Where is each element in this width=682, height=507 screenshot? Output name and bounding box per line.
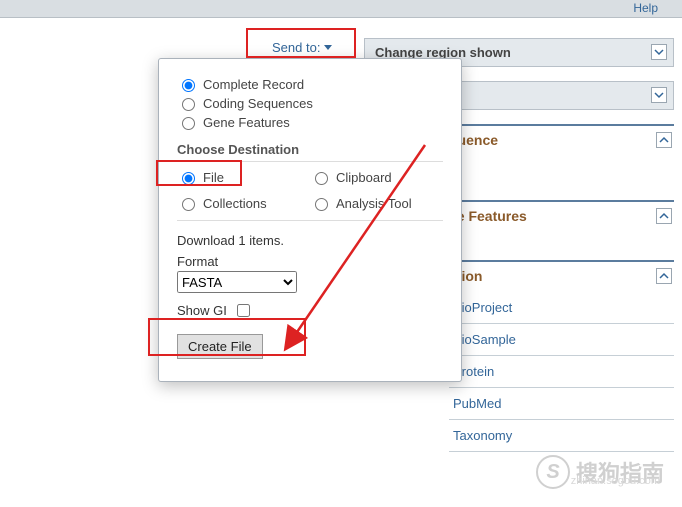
radio-label: Collections [203, 196, 267, 211]
radio-label: Clipboard [336, 170, 392, 185]
destination-grid: File Clipboard Collections Analysis Tool [177, 166, 443, 221]
caret-down-icon [324, 45, 332, 50]
caret-down-icon[interactable] [651, 87, 667, 103]
radio-input[interactable] [182, 198, 195, 211]
destination-heading: Choose Destination [177, 142, 443, 162]
radio-input[interactable] [182, 98, 195, 111]
watermark-url: zhinan.sogou.com [571, 475, 660, 487]
radio-input[interactable] [182, 117, 195, 130]
send-to-label: Send to: [272, 40, 320, 55]
radio-gene-features[interactable]: Gene Features [177, 114, 443, 130]
link-protein[interactable]: Protein [449, 356, 674, 388]
section-sequence: quence [449, 124, 674, 148]
collapse-icon[interactable] [656, 132, 672, 148]
radio-file[interactable]: File [177, 169, 310, 185]
radio-label: Complete Record [203, 77, 304, 92]
link-bioproject[interactable]: BioProject [449, 292, 674, 324]
collapse-icon[interactable] [656, 208, 672, 224]
radio-analysis-tool[interactable]: Analysis Tool [310, 195, 443, 211]
watermark-logo-icon: S [536, 455, 570, 489]
collapse-icon[interactable] [656, 268, 672, 284]
format-label: Format [177, 254, 443, 269]
link-biosample[interactable]: BioSample [449, 324, 674, 356]
link-pubmed[interactable]: PubMed [449, 388, 674, 420]
top-bar: Help [0, 0, 682, 18]
show-gi-checkbox[interactable] [237, 304, 250, 317]
download-info: Download 1 items. [177, 233, 443, 248]
format-select[interactable]: FASTA [177, 271, 297, 293]
show-gi-label: Show GI [177, 303, 227, 318]
radio-coding-sequences[interactable]: Coding Sequences [177, 95, 443, 111]
radio-label: Coding Sequences [203, 96, 313, 111]
watermark: S 搜狗指南 zhinan.sogou.com [536, 455, 664, 489]
watermark-brand: 搜狗指南 [576, 456, 664, 488]
caret-down-icon[interactable] [651, 44, 667, 60]
help-link[interactable]: Help [633, 1, 658, 15]
section-ation: ation [449, 260, 674, 284]
radio-label: Gene Features [203, 115, 290, 130]
record-options: Complete Record Coding Sequences Gene Fe… [177, 76, 443, 130]
radio-input[interactable] [315, 172, 328, 185]
create-file-button[interactable]: Create File [177, 334, 263, 359]
radio-label: Analysis Tool [336, 196, 412, 211]
send-to-popup: Complete Record Coding Sequences Gene Fe… [158, 58, 462, 382]
radio-input[interactable] [315, 198, 328, 211]
radio-collections[interactable]: Collections [177, 195, 310, 211]
section-features: ce Features [449, 200, 674, 224]
show-gi-row: Show GI [177, 301, 443, 320]
link-taxonomy[interactable]: Taxonomy [449, 420, 674, 452]
radio-clipboard[interactable]: Clipboard [310, 169, 443, 185]
radio-input[interactable] [182, 79, 195, 92]
radio-complete-record[interactable]: Complete Record [177, 76, 443, 92]
radio-input[interactable] [182, 172, 195, 185]
radio-label: File [203, 170, 224, 185]
